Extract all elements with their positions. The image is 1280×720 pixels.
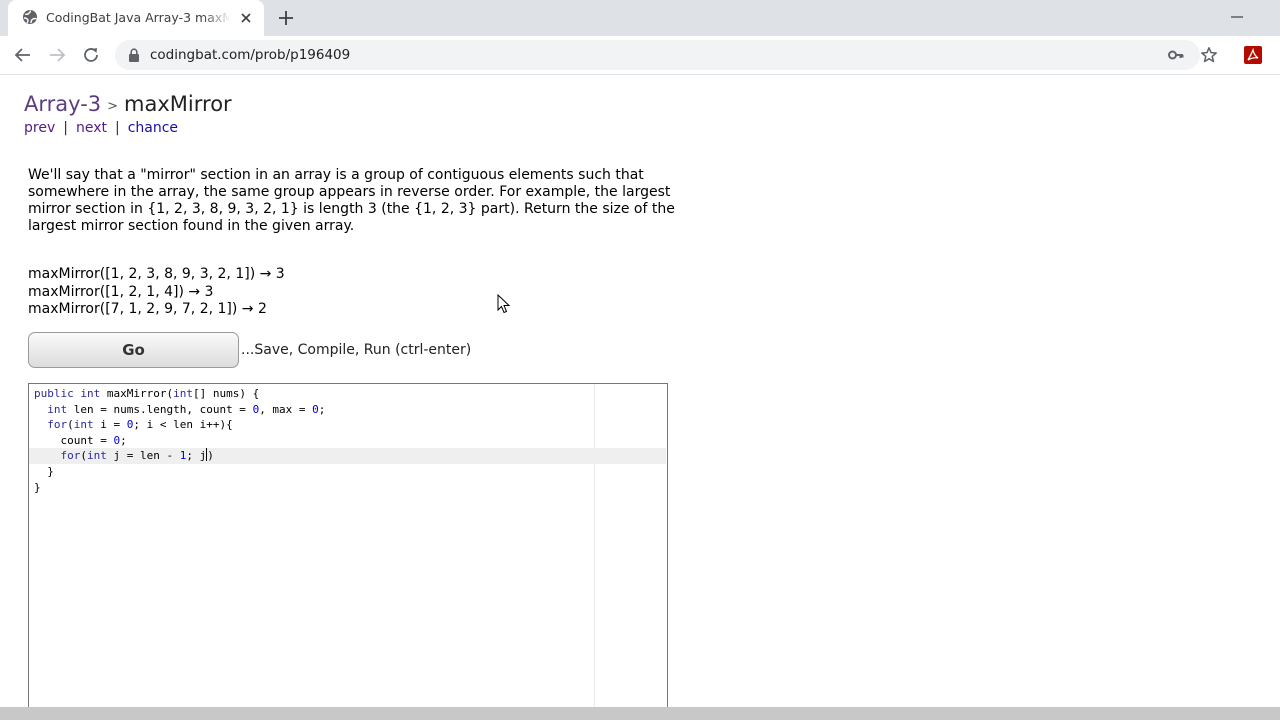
horizontal-scrollbar[interactable] xyxy=(0,707,1280,720)
go-button[interactable]: Go xyxy=(28,332,239,368)
mouse-pointer-icon xyxy=(497,294,511,314)
reload-icon[interactable] xyxy=(80,44,102,66)
tab-strip: CodingBat Java Array-3 maxMirror xyxy=(0,0,1280,36)
code-line[interactable]: int len = nums.length, count = 0, max = … xyxy=(34,402,666,418)
forward-arrow-icon[interactable] xyxy=(46,44,68,66)
code-line[interactable]: count = 0; xyxy=(34,433,666,449)
tab-title: CodingBat Java Array-3 maxMirror xyxy=(46,10,231,25)
url-text: codingbat.com/prob/p196409 xyxy=(150,47,351,63)
example-line: maxMirror([7, 1, 2, 9, 7, 2, 1]) → 2 xyxy=(28,301,267,318)
code-line[interactable]: public int maxMirror(int[] nums) { xyxy=(34,386,666,402)
globe-icon xyxy=(23,10,37,24)
browser-toolbar: codingbat.com/prob/p196409 xyxy=(0,36,1280,75)
text-cursor xyxy=(206,448,208,462)
example-line: maxMirror([1, 2, 3, 8, 9, 3, 2, 1]) → 3 xyxy=(28,266,285,282)
lock-icon[interactable] xyxy=(128,48,140,62)
next-link[interactable]: next xyxy=(76,120,107,136)
code-line[interactable]: } xyxy=(34,464,666,480)
pdf-extension-icon[interactable] xyxy=(1244,46,1262,64)
address-bar[interactable]: codingbat.com/prob/p196409 xyxy=(115,40,1217,70)
star-icon[interactable] xyxy=(1200,46,1218,64)
key-icon[interactable] xyxy=(1167,46,1185,64)
new-tab-icon[interactable] xyxy=(276,8,296,28)
examples: maxMirror([1, 2, 3, 8, 9, 3, 2, 1]) → 3 … xyxy=(28,266,285,319)
breadcrumb: Array-3 > maxMirror xyxy=(24,92,232,116)
code-editor[interactable]: public int maxMirror(int[] nums) { int l… xyxy=(28,383,668,720)
example-line: maxMirror([1, 2, 1, 4]) → 3 xyxy=(28,283,214,300)
code-line[interactable]: } xyxy=(34,480,666,496)
breadcrumb-separator: > xyxy=(107,99,119,114)
nav-divider: | xyxy=(63,120,68,136)
chance-link[interactable]: chance xyxy=(128,120,178,136)
go-hint: ...Save, Compile, Run (ctrl-enter) xyxy=(241,342,472,358)
code-line[interactable]: for(int j = len - 1; j) xyxy=(29,448,666,464)
code-content[interactable]: public int maxMirror(int[] nums) { int l… xyxy=(29,386,666,496)
close-icon[interactable] xyxy=(237,9,255,27)
prev-link[interactable]: prev xyxy=(24,120,55,136)
page-title: maxMirror xyxy=(124,92,232,116)
minimize-icon[interactable] xyxy=(1228,8,1246,26)
problem-nav: prev | next | chance xyxy=(24,120,178,136)
nav-divider: | xyxy=(114,120,120,136)
breadcrumb-link-array-3[interactable]: Array-3 xyxy=(24,92,101,116)
code-line[interactable]: for(int i = 0; i < len i++){ xyxy=(34,417,666,433)
back-arrow-icon[interactable] xyxy=(12,44,34,66)
browser-tab[interactable]: CodingBat Java Array-3 maxMirror xyxy=(8,0,264,36)
problem-description: We'll say that a "mirror" section in an … xyxy=(28,167,675,234)
